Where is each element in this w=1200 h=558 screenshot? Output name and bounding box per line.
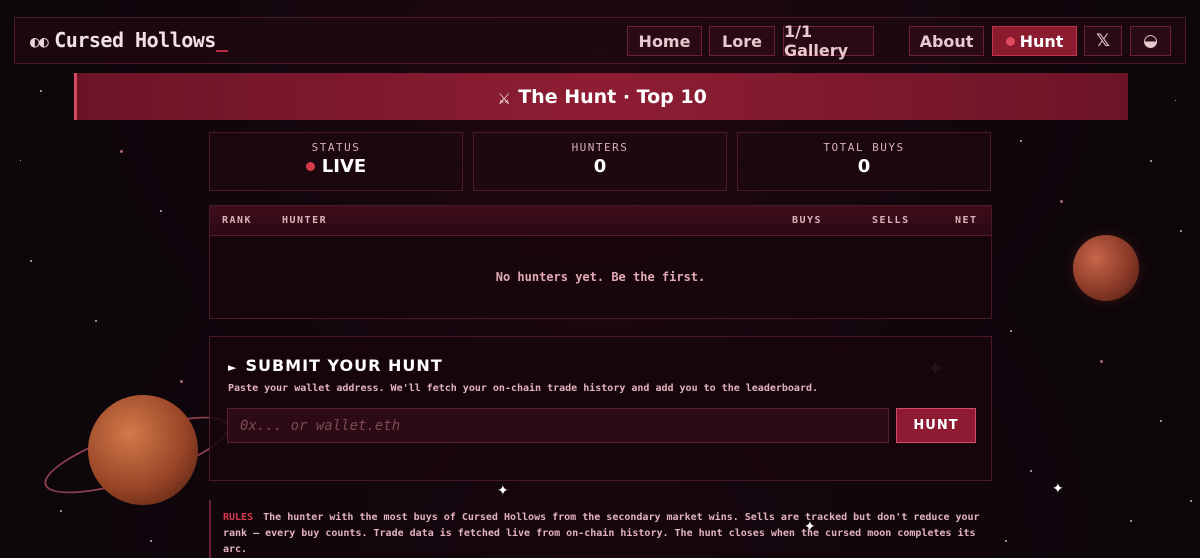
status-card: STATUS LIVE bbox=[209, 132, 463, 191]
col-net: NET bbox=[955, 215, 978, 226]
crossed-swords-icon: ⚔ bbox=[498, 84, 511, 109]
hunters-card: HUNTERS 0 bbox=[473, 132, 727, 191]
red-planet-right bbox=[1073, 235, 1139, 301]
submit-hunt-panel: ► SUBMIT YOUR HUNT Paste your wallet addr… bbox=[209, 336, 992, 481]
rules-text: RULES The hunter with the most buys of C… bbox=[209, 500, 992, 558]
nav-gallery[interactable]: 1/1 Gallery bbox=[783, 22, 874, 60]
submit-title-text: SUBMIT YOUR HUNT bbox=[245, 356, 443, 375]
eyes-icon: ◐◐ bbox=[30, 32, 49, 51]
brand-cursor: _ bbox=[215, 28, 228, 52]
live-dot-icon bbox=[305, 162, 315, 171]
total-buys-label: TOTAL BUYS bbox=[823, 141, 905, 154]
col-buys: BUYS bbox=[792, 215, 823, 226]
nav-hunt-label: Hunt bbox=[1019, 31, 1064, 51]
nav-about[interactable]: About bbox=[909, 26, 984, 56]
live-dot-icon bbox=[1005, 36, 1015, 46]
status-text: LIVE bbox=[321, 156, 367, 177]
brand-name: Cursed Hollows bbox=[54, 28, 216, 52]
play-arrow-icon: ► bbox=[228, 361, 238, 374]
hunters-value: 0 bbox=[593, 156, 607, 177]
hunt-submit-button[interactable]: HUNT bbox=[896, 408, 976, 443]
nav-home[interactable]: Home bbox=[627, 26, 702, 56]
col-hunter: HUNTER bbox=[282, 215, 328, 226]
total-buys-value: 0 bbox=[857, 156, 871, 177]
rules-tag: RULES bbox=[223, 512, 254, 523]
col-sells: SELLS bbox=[872, 215, 910, 226]
nav-hunt[interactable]: Hunt bbox=[992, 26, 1077, 56]
orange-planet-left bbox=[88, 395, 198, 505]
hunters-label: HUNTERS bbox=[571, 141, 629, 154]
opensea-icon[interactable]: ◒ bbox=[1130, 26, 1171, 56]
table-header: RANK HUNTER BUYS SELLS NET bbox=[210, 206, 991, 236]
brand-logo[interactable]: ◐◐ Cursed Hollows_ bbox=[30, 28, 228, 52]
total-buys-card: TOTAL BUYS 0 bbox=[737, 132, 991, 191]
top-navbar: ◐◐ Cursed Hollows_ Home Lore 1/1 Gallery … bbox=[14, 17, 1186, 64]
nav-lore[interactable]: Lore bbox=[709, 26, 775, 56]
x-twitter-icon[interactable]: 𝕏 bbox=[1084, 26, 1122, 56]
status-value: LIVE bbox=[210, 156, 462, 177]
status-label: STATUS bbox=[311, 141, 361, 154]
wallet-address-input[interactable] bbox=[227, 408, 889, 443]
empty-state-text: No hunters yet. Be the first. bbox=[495, 270, 706, 284]
col-rank: RANK bbox=[222, 215, 253, 226]
submit-title: ► SUBMIT YOUR HUNT bbox=[228, 356, 443, 375]
page-title: The Hunt · Top 10 bbox=[518, 85, 707, 108]
hunt-banner: ⚔ The Hunt · Top 10 bbox=[74, 73, 1128, 120]
leaderboard-table: RANK HUNTER BUYS SELLS NET No hunters ye… bbox=[209, 205, 992, 319]
rules-body: The hunter with the most buys of Cursed … bbox=[223, 512, 980, 555]
submit-description: Paste your wallet address. We'll fetch y… bbox=[228, 383, 819, 394]
